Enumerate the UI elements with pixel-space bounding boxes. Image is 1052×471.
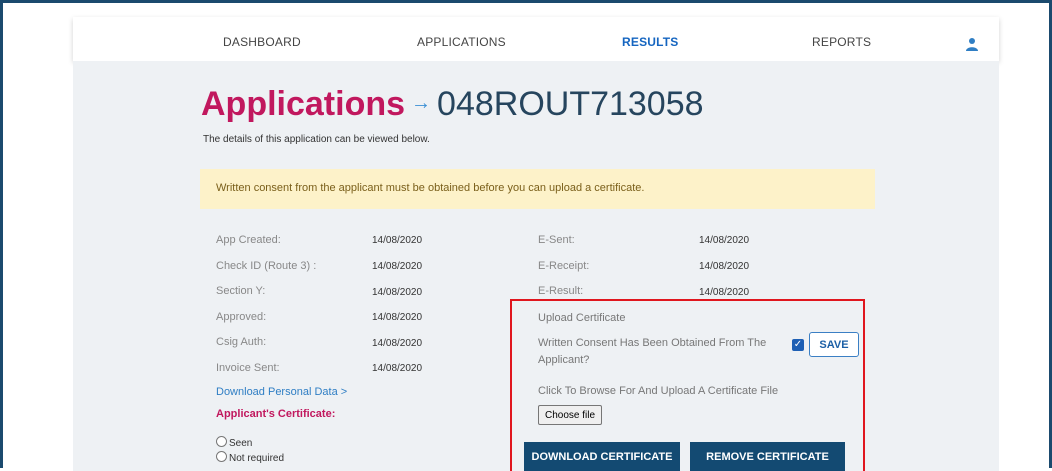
radio-circle-icon[interactable] — [216, 436, 227, 447]
detail-label: Invoice Sent: — [216, 362, 280, 374]
consent-alert: Written consent from the applicant must … — [200, 169, 875, 209]
detail-label: Check ID (Route 3) : — [216, 260, 317, 272]
consent-question: Written Consent Has Been Obtained From T… — [538, 337, 767, 349]
arrow-right-icon: → — [411, 92, 432, 114]
detail-label: Approved: — [216, 311, 267, 323]
upload-certificate-section: Upload Certificate Written Consent Has B… — [510, 299, 865, 471]
consent-checkbox[interactable]: ✓ — [792, 339, 804, 351]
main-panel: Applications → 048ROUT713058 The details o… — [73, 61, 999, 471]
top-nav: DASHBOARD APPLICATIONS RESULTS REPORTS — [73, 17, 999, 61]
detail-label: E-Sent: — [538, 234, 575, 246]
nav-applications[interactable]: APPLICATIONS — [417, 35, 506, 49]
detail-value: 14/08/2020 — [699, 261, 750, 272]
applicants-certificate-title: Applicant's Certificate: — [216, 408, 336, 420]
choose-file-button[interactable]: Choose file — [538, 405, 603, 425]
detail-value: 14/08/2020 — [372, 287, 423, 298]
radio-not-required[interactable]: Not required — [216, 451, 284, 464]
detail-label: Csig Auth: — [216, 336, 267, 348]
page-subtitle: The details of this application can be v… — [203, 134, 430, 145]
radio-label: Not required — [229, 453, 285, 464]
detail-value: 14/08/2020 — [372, 235, 423, 246]
download-personal-data-link[interactable]: Download Personal Data > — [216, 386, 347, 398]
page-title-main: Applications — [201, 85, 406, 123]
detail-label: E-Result: — [538, 285, 584, 297]
detail-label: App Created: — [216, 234, 281, 246]
detail-value: 14/08/2020 — [372, 363, 423, 374]
user-icon[interactable] — [966, 37, 978, 51]
radio-seen[interactable]: Seen — [216, 436, 252, 449]
nav-reports[interactable]: REPORTS — [812, 35, 871, 49]
detail-value: 14/08/2020 — [372, 312, 423, 323]
browse-instructions: Click To Browse For And Upload A Certifi… — [538, 385, 779, 397]
save-button[interactable]: SAVE — [809, 332, 859, 357]
download-certificate-button[interactable]: DOWNLOAD CERTIFICATE — [524, 442, 680, 471]
application-id: 048ROUT713058 — [437, 85, 704, 123]
remove-certificate-button[interactable]: REMOVE CERTIFICATE — [690, 442, 845, 471]
consent-question-cont: Applicant? — [538, 354, 590, 366]
detail-value: 14/08/2020 — [372, 261, 423, 272]
detail-value: 14/08/2020 — [372, 338, 423, 349]
detail-label: Section Y: — [216, 285, 266, 297]
radio-label: Seen — [229, 438, 253, 449]
detail-value: 14/08/2020 — [699, 287, 750, 298]
upload-certificate-title: Upload Certificate — [538, 312, 626, 324]
radio-circle-icon[interactable] — [216, 451, 227, 462]
nav-results[interactable]: RESULTS — [622, 35, 679, 49]
detail-label: E-Receipt: — [538, 260, 590, 272]
page-title: Applications → 048ROUT713058 — [201, 85, 704, 124]
nav-dashboard[interactable]: DASHBOARD — [223, 35, 301, 49]
detail-value: 14/08/2020 — [699, 235, 750, 246]
